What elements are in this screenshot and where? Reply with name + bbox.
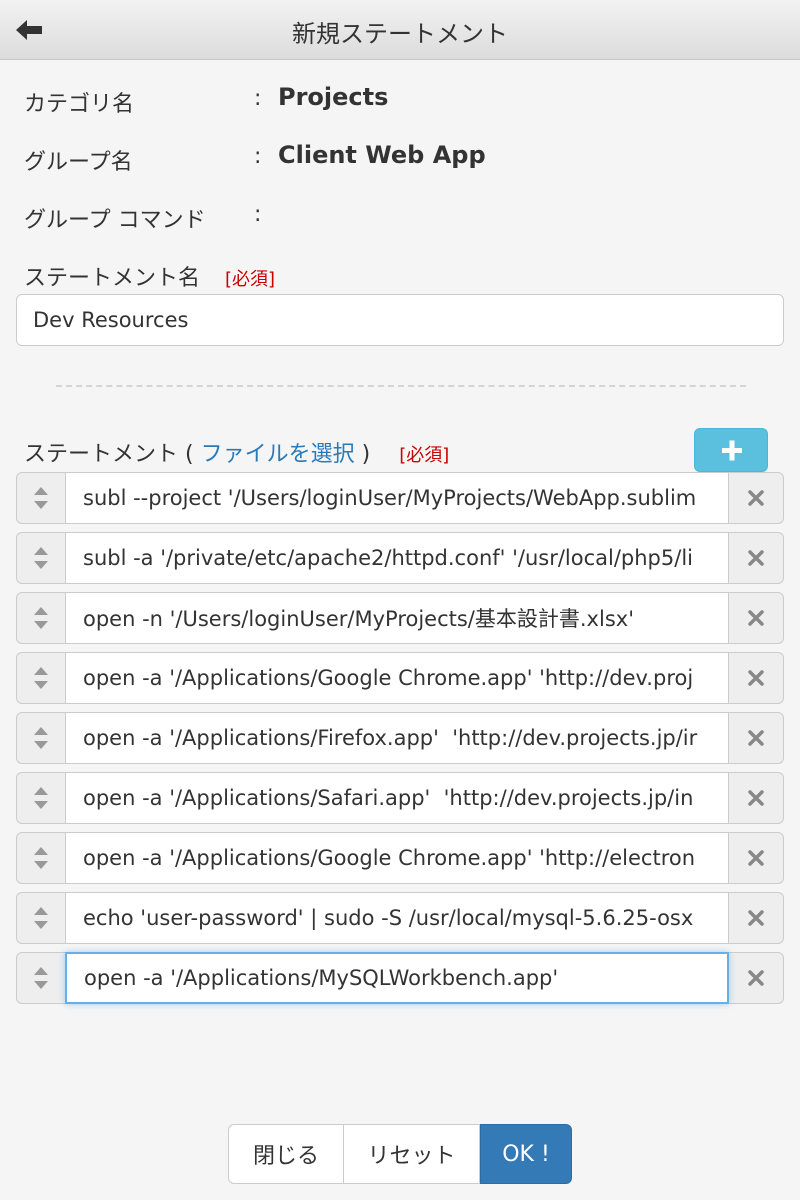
statement-input[interactable]	[65, 892, 729, 944]
close-x-icon	[748, 730, 764, 746]
add-statement-button[interactable]	[694, 428, 768, 472]
remove-statement-button[interactable]	[729, 533, 783, 583]
close-x-icon	[748, 850, 764, 866]
statements-paren-open: (	[185, 442, 194, 467]
sort-handle[interactable]	[17, 473, 65, 523]
category-value: Projects	[278, 83, 389, 111]
statements-paren-close: )	[361, 442, 371, 467]
statement-input[interactable]	[65, 592, 729, 644]
group-value: Client Web App	[278, 141, 486, 169]
statement-row	[16, 472, 784, 524]
plus-icon	[722, 440, 742, 461]
statement-row	[16, 652, 784, 704]
sort-handle[interactable]	[17, 833, 65, 883]
sort-handle-icon	[34, 727, 48, 749]
statement-input[interactable]	[65, 772, 729, 824]
statement-row	[16, 832, 784, 884]
sort-handle-icon	[34, 967, 48, 989]
statement-input[interactable]	[65, 832, 729, 884]
remove-statement-button[interactable]	[729, 713, 783, 763]
statement-name-label-row: ステートメント名 [必須]	[24, 260, 275, 292]
statement-input[interactable]	[65, 652, 729, 704]
window-title: 新規ステートメント	[292, 20, 508, 48]
sort-handle-icon	[34, 787, 48, 809]
remove-statement-button[interactable]	[729, 473, 783, 523]
sort-handle-icon	[34, 547, 48, 569]
title-bar: 新規ステートメント	[0, 0, 800, 60]
sort-handle[interactable]	[17, 593, 65, 643]
statement-row	[16, 952, 784, 1004]
remove-statement-button[interactable]	[729, 833, 783, 883]
reset-button[interactable]: リセット	[344, 1124, 480, 1184]
statement-row	[16, 592, 784, 644]
sort-handle[interactable]	[17, 893, 65, 943]
statements-header: ステートメント ( ファイルを選択 ) [必須]	[24, 436, 449, 468]
ok-button[interactable]: OK !	[480, 1124, 572, 1184]
section-divider	[56, 385, 746, 387]
remove-statement-button[interactable]	[729, 653, 783, 703]
remove-statement-button[interactable]	[729, 953, 783, 1003]
close-x-icon	[748, 610, 764, 626]
statement-input[interactable]	[65, 532, 729, 584]
category-colon: :	[254, 86, 262, 111]
sort-handle[interactable]	[17, 653, 65, 703]
sort-handle-icon	[34, 667, 48, 689]
remove-statement-button[interactable]	[729, 773, 783, 823]
statement-row	[16, 532, 784, 584]
group-colon: :	[254, 144, 262, 169]
category-label: カテゴリ名	[24, 92, 135, 117]
close-x-icon	[748, 790, 764, 806]
footer-button-group: 閉じる リセット OK !	[228, 1124, 572, 1184]
statement-input[interactable]	[65, 712, 729, 764]
statement-row	[16, 712, 784, 764]
group-label: グループ名	[24, 150, 133, 175]
close-x-icon	[748, 670, 764, 686]
statement-input[interactable]	[65, 472, 729, 524]
close-x-icon	[748, 970, 764, 986]
statements-label: ステートメント	[24, 442, 179, 467]
statement-name-input[interactable]	[16, 294, 784, 346]
close-button[interactable]: 閉じる	[228, 1124, 344, 1184]
sort-handle[interactable]	[17, 533, 65, 583]
close-x-icon	[748, 910, 764, 926]
group-command-colon: :	[254, 202, 262, 227]
close-x-icon	[748, 550, 764, 566]
sort-handle-icon	[34, 607, 48, 629]
statements-required: [必須]	[399, 445, 450, 466]
select-file-link[interactable]: ファイルを選択	[201, 442, 355, 467]
statement-row	[16, 772, 784, 824]
sort-handle-icon	[34, 487, 48, 509]
remove-statement-button[interactable]	[729, 893, 783, 943]
remove-statement-button[interactable]	[729, 593, 783, 643]
group-command-label: グループ コマンド	[24, 208, 206, 233]
sort-handle[interactable]	[17, 773, 65, 823]
statement-name-label: ステートメント名	[24, 266, 201, 291]
statement-input[interactable]	[65, 952, 729, 1004]
sort-handle-icon	[34, 847, 48, 869]
close-x-icon	[748, 490, 764, 506]
statement-name-required: [必須]	[225, 269, 276, 290]
sort-handle-icon	[34, 907, 48, 929]
sort-handle[interactable]	[17, 713, 65, 763]
statement-row	[16, 892, 784, 944]
sort-handle[interactable]	[17, 953, 65, 1003]
